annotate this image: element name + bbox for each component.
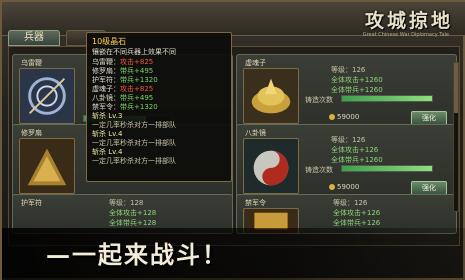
troop-bonus: 全体带兵+126: [333, 218, 380, 228]
row-weapon: 八卦镜：: [92, 94, 120, 102]
attack-value: 全体攻击+126: [331, 146, 379, 154]
scrollbar[interactable]: [453, 62, 459, 212]
cost-value: 59000: [337, 113, 360, 121]
attack-bonus: 全体攻击+1260: [331, 75, 383, 85]
weapon-artifact-image: [243, 68, 299, 124]
tooltip-row: 护军符：带兵+1320: [92, 76, 226, 85]
weapon-whip-image: [19, 68, 75, 124]
weapon-name: 八卦镜: [245, 129, 266, 137]
row-effect: 带兵+1320: [120, 103, 158, 111]
weapon-name: 虚魂子: [245, 59, 266, 67]
tooltip-row: 禁军令：带兵+1320: [92, 103, 226, 112]
weapon-name: 护军符: [21, 199, 42, 207]
forge-progress-bar: [341, 165, 433, 172]
troop-value: 全体带兵+1260: [331, 156, 383, 164]
weapon-name: 修罗扇: [21, 129, 42, 137]
game-logo-subtitle: Great Chinese War Diplomacy Tale: [362, 32, 449, 38]
row-effect: 攻击+825: [120, 58, 154, 66]
row-weapon: 护军符：: [92, 76, 120, 84]
troop-bonus: 全体带兵+1260: [331, 85, 383, 95]
attack-value: 全体攻击+128: [109, 209, 157, 217]
weapon-card-2[interactable]: 虚魂子 等级：126 全体攻击+1260 全体带兵+1260 铸造次数 5900…: [236, 54, 457, 130]
row-weapon: 乌雷鞭：: [92, 58, 120, 66]
tab-weapons[interactable]: 兵器: [8, 30, 60, 46]
troop-value: 全体带兵+126: [333, 219, 381, 227]
tooltip-row: 修罗扇：带兵+495: [92, 67, 226, 76]
weapon-name: 乌雷鞭: [21, 59, 42, 67]
level-text: 等级：126: [333, 199, 368, 207]
weapon-fan-image: [19, 138, 75, 194]
tooltip-description: 镶嵌在不同兵器上效果不同: [92, 48, 176, 56]
level-text: 等级：126: [331, 66, 366, 74]
cost-display: 59000: [329, 183, 359, 191]
upgrade-button[interactable]: 强化: [411, 111, 447, 125]
attack-bonus: 全体攻击+126: [333, 208, 380, 218]
troop-bonus: 全体带兵+1260: [331, 155, 383, 165]
skill-name: 斩杀 Lv.4: [92, 130, 123, 138]
level-text: 等级：126: [331, 136, 366, 144]
game-logo-title: 攻城掠地: [364, 10, 453, 32]
cost-display: 59000: [329, 113, 359, 121]
skill-desc: 一定几率秒杀对方一排部队: [92, 121, 176, 129]
tooltip-row: 八卦镜：带兵+495: [92, 94, 226, 103]
upgrade-button[interactable]: 强化: [411, 181, 447, 195]
skill-name: 斩杀 Lv.3: [92, 112, 123, 120]
gem-tooltip: 10级晶石 镶嵌在不同兵器上效果不同 乌雷鞭：攻击+825 修罗扇：带兵+495…: [86, 32, 232, 182]
attack-value: 全体攻击+1260: [331, 76, 383, 84]
skill-desc: 一定几率秒杀对方一排部队: [92, 139, 176, 147]
row-weapon: 虚魂子：: [92, 85, 120, 93]
troop-value: 全体带兵+1260: [331, 86, 383, 94]
cost-value: 59000: [337, 183, 360, 191]
row-effect: 攻击+825: [120, 85, 154, 93]
weapon-name: 禁军令: [245, 199, 266, 207]
slogan-text: —一起来战斗！: [46, 235, 228, 270]
tooltip-row: 虚魂子：攻击+825: [92, 85, 226, 94]
level-text: 等级：128: [109, 199, 144, 207]
row-effect: 带兵+495: [120, 94, 154, 102]
forge-progress-bar: [341, 95, 433, 102]
skill-name: 斩杀 Lv.4: [92, 148, 123, 156]
coin-icon: [329, 184, 335, 190]
attack-value: 全体攻击+126: [333, 209, 381, 217]
scrollbar-thumb[interactable]: [454, 63, 458, 113]
skill-desc: 一定几率秒杀对方一排部队: [92, 157, 176, 165]
troop-bonus: 全体带兵+128: [109, 218, 156, 228]
forge-count-label: 铸造次数: [305, 166, 333, 174]
row-weapon: 修罗扇：: [92, 67, 120, 75]
slogan-main: 一起来战斗！: [72, 240, 228, 269]
coin-icon: [329, 114, 335, 120]
row-effect: 带兵+495: [120, 67, 154, 75]
attack-bonus: 全体攻击+128: [109, 208, 156, 218]
slogan-dash: —: [46, 240, 72, 269]
tooltip-row: 乌雷鞭：攻击+825: [92, 58, 226, 67]
tooltip-title: 10级晶石: [92, 37, 127, 46]
row-weapon: 禁军令：: [92, 103, 120, 111]
troop-value: 全体带兵+128: [109, 219, 157, 227]
weapon-card-4[interactable]: 八卦镜 等级：126 全体攻击+126 全体带兵+1260 铸造次数 59000…: [236, 124, 457, 200]
row-effect: 带兵+1320: [120, 76, 158, 84]
forge-count-label: 铸造次数: [305, 96, 333, 104]
attack-bonus: 全体攻击+126: [331, 145, 378, 155]
weapon-bagua-mirror-image: [243, 138, 299, 194]
game-window: 兵器 攻城掠地 Great Chinese War Diplomacy Tale…: [0, 0, 465, 280]
